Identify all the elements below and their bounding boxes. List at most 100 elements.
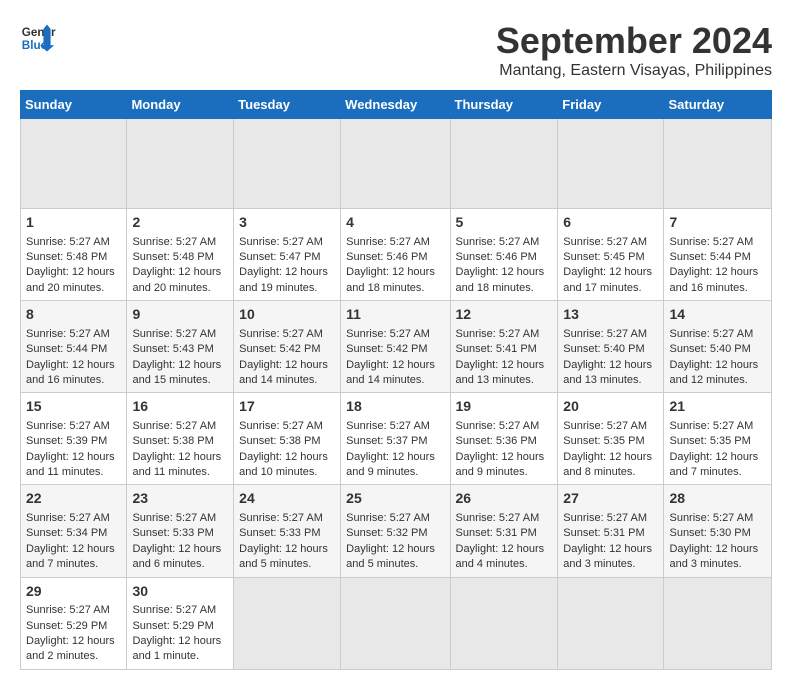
day-number: 21 bbox=[669, 397, 766, 417]
sunrise-text: Sunrise: 5:27 AM bbox=[346, 328, 430, 340]
table-cell: 20Sunrise: 5:27 AMSunset: 5:35 PMDayligh… bbox=[558, 393, 664, 485]
sunset-text: Sunset: 5:33 PM bbox=[239, 527, 320, 539]
day-number: 30 bbox=[132, 582, 228, 602]
daylight-text: Daylight: 12 hours and 16 minutes. bbox=[669, 266, 758, 293]
sunrise-text: Sunrise: 5:27 AM bbox=[26, 420, 110, 432]
table-cell bbox=[558, 119, 664, 209]
daylight-text: Daylight: 12 hours and 1 minute. bbox=[132, 635, 221, 662]
sunset-text: Sunset: 5:44 PM bbox=[26, 343, 107, 355]
table-cell: 1Sunrise: 5:27 AMSunset: 5:48 PMDaylight… bbox=[21, 209, 127, 301]
sunset-text: Sunset: 5:46 PM bbox=[456, 251, 537, 263]
daylight-text: Daylight: 12 hours and 4 minutes. bbox=[456, 543, 545, 570]
calendar-week-row: 8 Sunrise: 5:27 AM Sunset: 5:44 PM Daylight… bbox=[21, 301, 772, 393]
daylight-text: Daylight: 12 hours and 13 minutes. bbox=[456, 359, 545, 386]
table-cell: 8Sunrise: 5:27 AMSunset: 5:44 PMDaylight… bbox=[21, 301, 127, 393]
sunset-text: Sunset: 5:48 PM bbox=[132, 251, 213, 263]
sunset-text: Sunset: 5:40 PM bbox=[563, 343, 644, 355]
sunrise-text: Sunrise: 5:27 AM bbox=[346, 236, 430, 248]
day-number: 4 bbox=[346, 213, 444, 233]
day-number: 18 bbox=[346, 397, 444, 417]
sunset-text: Sunset: 5:29 PM bbox=[132, 620, 213, 632]
sunrise-text: Sunrise: 5:27 AM bbox=[132, 420, 216, 432]
daylight-text: Daylight: 12 hours and 14 minutes. bbox=[239, 359, 328, 386]
table-cell: 27Sunrise: 5:27 AMSunset: 5:31 PMDayligh… bbox=[558, 485, 664, 577]
logo: General Blue bbox=[20, 20, 56, 56]
daylight-text: Daylight: 12 hours and 20 minutes. bbox=[26, 266, 115, 293]
table-cell: 28Sunrise: 5:27 AMSunset: 5:30 PMDayligh… bbox=[664, 485, 772, 577]
location-title: Mantang, Eastern Visayas, Philippines bbox=[496, 62, 772, 80]
table-cell: 11Sunrise: 5:27 AMSunset: 5:42 PMDayligh… bbox=[341, 301, 450, 393]
table-cell: 10Sunrise: 5:27 AMSunset: 5:42 PMDayligh… bbox=[234, 301, 341, 393]
sunrise-text: Sunrise: 5:27 AM bbox=[346, 420, 430, 432]
table-cell: 22Sunrise: 5:27 AMSunset: 5:34 PMDayligh… bbox=[21, 485, 127, 577]
col-tuesday: Tuesday bbox=[234, 91, 341, 119]
table-cell: 13Sunrise: 5:27 AMSunset: 5:40 PMDayligh… bbox=[558, 301, 664, 393]
day-number: 7 bbox=[669, 213, 766, 233]
daylight-text: Daylight: 12 hours and 13 minutes. bbox=[563, 359, 652, 386]
calendar-week-row: 29Sunrise: 5:27 AMSunset: 5:29 PMDayligh… bbox=[21, 577, 772, 669]
table-cell bbox=[234, 577, 341, 669]
sunrise-text: Sunrise: 5:27 AM bbox=[563, 512, 647, 524]
day-number: 5 bbox=[456, 213, 553, 233]
day-number: 8 bbox=[26, 305, 121, 325]
sunset-text: Sunset: 5:46 PM bbox=[346, 251, 427, 263]
table-cell: 24Sunrise: 5:27 AMSunset: 5:33 PMDayligh… bbox=[234, 485, 341, 577]
daylight-text: Daylight: 12 hours and 18 minutes. bbox=[456, 266, 545, 293]
sunset-text: Sunset: 5:48 PM bbox=[26, 251, 107, 263]
sunset-text: Sunset: 5:43 PM bbox=[132, 343, 213, 355]
table-cell: 3Sunrise: 5:27 AMSunset: 5:47 PMDaylight… bbox=[234, 209, 341, 301]
table-cell bbox=[21, 119, 127, 209]
sunset-text: Sunset: 5:36 PM bbox=[456, 435, 537, 447]
table-cell: 9Sunrise: 5:27 AMSunset: 5:43 PMDaylight… bbox=[127, 301, 234, 393]
sunset-text: Sunset: 5:35 PM bbox=[669, 435, 750, 447]
day-number: 24 bbox=[239, 489, 335, 509]
table-cell: 21Sunrise: 5:27 AMSunset: 5:35 PMDayligh… bbox=[664, 393, 772, 485]
table-cell bbox=[664, 577, 772, 669]
table-cell: 19Sunrise: 5:27 AMSunset: 5:36 PMDayligh… bbox=[450, 393, 558, 485]
day-number: 20 bbox=[563, 397, 658, 417]
table-cell: 6Sunrise: 5:27 AMSunset: 5:45 PMDaylight… bbox=[558, 209, 664, 301]
day-number: 1 bbox=[26, 213, 121, 233]
month-title: September 2024 bbox=[496, 20, 772, 62]
day-number: 11 bbox=[346, 305, 444, 325]
table-cell: 17Sunrise: 5:27 AMSunset: 5:38 PMDayligh… bbox=[234, 393, 341, 485]
day-number: 2 bbox=[132, 213, 228, 233]
table-cell bbox=[450, 119, 558, 209]
sunrise-text: Sunrise: 5:27 AM bbox=[669, 236, 753, 248]
sunset-text: Sunset: 5:33 PM bbox=[132, 527, 213, 539]
calendar-week-row bbox=[21, 119, 772, 209]
sunrise-text: Sunrise: 5:27 AM bbox=[239, 328, 323, 340]
daylight-text: Daylight: 12 hours and 7 minutes. bbox=[669, 451, 758, 478]
sunset-text: Sunset: 5:31 PM bbox=[456, 527, 537, 539]
sunrise-text: Sunrise: 5:27 AM bbox=[26, 328, 110, 340]
daylight-text: Daylight: 12 hours and 2 minutes. bbox=[26, 635, 115, 662]
daylight-text: Daylight: 12 hours and 17 minutes. bbox=[563, 266, 652, 293]
table-cell: 16Sunrise: 5:27 AMSunset: 5:38 PMDayligh… bbox=[127, 393, 234, 485]
sunrise-text: Sunrise: 5:27 AM bbox=[26, 512, 110, 524]
table-cell: 23Sunrise: 5:27 AMSunset: 5:33 PMDayligh… bbox=[127, 485, 234, 577]
col-thursday: Thursday bbox=[450, 91, 558, 119]
daylight-text: Daylight: 12 hours and 11 minutes. bbox=[26, 451, 115, 478]
table-cell: 7Sunrise: 5:27 AMSunset: 5:44 PMDaylight… bbox=[664, 209, 772, 301]
table-cell: 18Sunrise: 5:27 AMSunset: 5:37 PMDayligh… bbox=[341, 393, 450, 485]
sunrise-text: Sunrise: 5:27 AM bbox=[456, 328, 540, 340]
svg-text:General: General bbox=[22, 26, 56, 39]
sunrise-text: Sunrise: 5:27 AM bbox=[239, 512, 323, 524]
day-number: 22 bbox=[26, 489, 121, 509]
daylight-text: Daylight: 12 hours and 6 minutes. bbox=[132, 543, 221, 570]
sunrise-text: Sunrise: 5:27 AM bbox=[456, 512, 540, 524]
daylight-text: Daylight: 12 hours and 11 minutes. bbox=[132, 451, 221, 478]
logo-icon: General Blue bbox=[20, 20, 56, 56]
sunrise-text: Sunrise: 5:27 AM bbox=[346, 512, 430, 524]
table-cell: 26Sunrise: 5:27 AMSunset: 5:31 PMDayligh… bbox=[450, 485, 558, 577]
daylight-text: Daylight: 12 hours and 14 minutes. bbox=[346, 359, 435, 386]
daylight-text: Daylight: 12 hours and 18 minutes. bbox=[346, 266, 435, 293]
sunrise-text: Sunrise: 5:27 AM bbox=[669, 512, 753, 524]
table-cell bbox=[664, 119, 772, 209]
calendar-week-row: 15Sunrise: 5:27 AMSunset: 5:39 PMDayligh… bbox=[21, 393, 772, 485]
day-number: 17 bbox=[239, 397, 335, 417]
table-cell: 4 Sunrise: 5:27 AM Sunset: 5:46 PM Daylight… bbox=[341, 209, 450, 301]
col-monday: Monday bbox=[127, 91, 234, 119]
col-wednesday: Wednesday bbox=[341, 91, 450, 119]
sunset-text: Sunset: 5:35 PM bbox=[563, 435, 644, 447]
